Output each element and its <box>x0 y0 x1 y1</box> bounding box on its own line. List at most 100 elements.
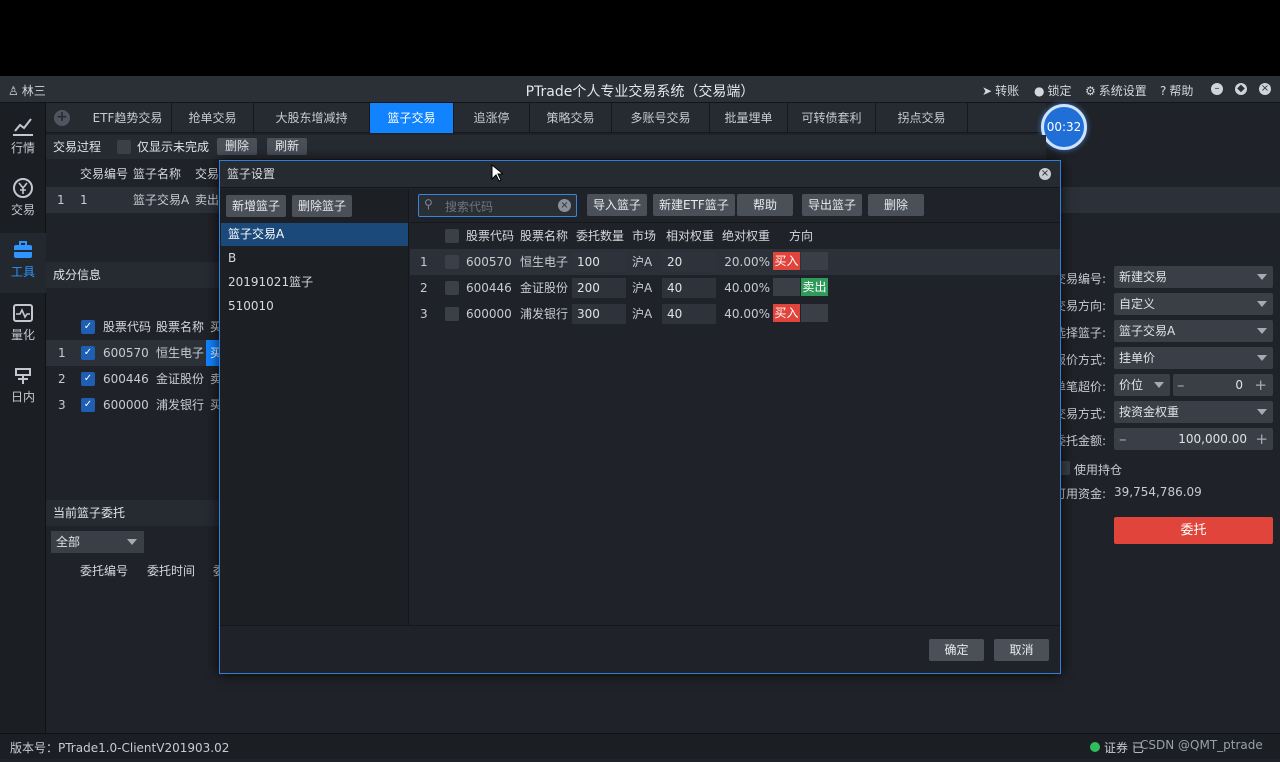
market: 沪A <box>632 255 653 269</box>
chevron-down-icon <box>1257 409 1267 415</box>
row-checkbox[interactable] <box>445 281 459 295</box>
col-header: 委托数量 <box>576 229 625 243</box>
trade-no-select[interactable]: 新建交易 <box>1114 266 1273 288</box>
tab-strategy[interactable]: 策略交易 <box>530 103 612 133</box>
tab-turning-point[interactable]: 拐点交易 <box>876 103 968 133</box>
table-row[interactable]: 1 600570 恒生电子 100 沪A 20 20.00% 买入 <box>410 249 1060 275</box>
stock-code: 600000 <box>466 307 512 321</box>
tab-batch-order[interactable]: 批量埋单 <box>710 103 788 133</box>
sidebar-label: 交易 <box>10 203 35 217</box>
col-header[interactable]: 委托编号 <box>80 558 128 584</box>
direction-buy[interactable]: 买入 <box>773 252 800 270</box>
tab-etf-trend[interactable]: ETF趋势交易 <box>84 103 172 133</box>
direction-sell-slot[interactable] <box>801 304 828 322</box>
stock-code: 600570 <box>466 255 512 269</box>
sidebar-item-tools[interactable]: 工具 <box>0 233 46 293</box>
tab-multi-account[interactable]: 多账号交易 <box>612 103 710 133</box>
quantity-input[interactable]: 200 <box>572 278 626 298</box>
submit-order-button[interactable]: 委托 <box>1114 517 1273 544</box>
over-price-unit-select[interactable]: 价位 <box>1114 374 1170 396</box>
direction-buy[interactable]: 买入 <box>773 304 800 322</box>
plus-icon[interactable]: + <box>1255 428 1268 450</box>
chevron-down-icon <box>1257 355 1267 361</box>
over-price-stepper[interactable]: – 0 + <box>1173 374 1273 396</box>
settings-label: 系统设置 <box>1098 84 1147 98</box>
status-bar: 版本号：PTrade1.0-ClientV201903.02 证券 已 CSDN… <box>0 733 1280 759</box>
maximize-icon[interactable]: ◆ <box>1235 83 1247 95</box>
direction-sell[interactable]: 卖出 <box>801 278 828 296</box>
direction-buy-slot[interactable] <box>773 278 800 296</box>
clear-icon[interactable]: × <box>558 199 571 212</box>
sidebar-item-intraday[interactable]: 日内 <box>0 358 46 418</box>
process-refresh-button[interactable]: 刷新 <box>267 138 308 155</box>
row-checkbox[interactable] <box>445 307 459 321</box>
row-checkbox[interactable] <box>445 255 459 269</box>
market: 沪A <box>632 307 653 321</box>
process-delete-button[interactable]: 删除 <box>217 138 258 155</box>
help-button[interactable]: ? 帮助 <box>1160 82 1193 99</box>
direction-sell-slot[interactable] <box>801 252 828 270</box>
tab-rush-order[interactable]: 抢单交易 <box>172 103 254 133</box>
tab-limit-up[interactable]: 追涨停 <box>454 103 530 133</box>
import-basket-button[interactable]: 导入篮子 <box>587 194 648 216</box>
relative-weight-input[interactable]: 40 <box>662 278 716 298</box>
delete-basket-button[interactable]: 删除篮子 <box>292 195 353 217</box>
basket-item[interactable]: 篮子交易A <box>221 223 408 246</box>
table-row[interactable]: 3 600000 浦发银行 300 沪A 40 40.00% 买入 <box>410 301 1060 327</box>
market: 沪A <box>632 281 653 295</box>
table-row[interactable]: 2 600446 金证股份 200 沪A 40 40.00% 卖出 <box>410 275 1060 301</box>
plus-icon[interactable]: + <box>1254 374 1267 396</box>
export-basket-button[interactable]: 导出篮子 <box>802 194 863 216</box>
orders-filter-select[interactable]: 全部 <box>51 531 144 553</box>
tab-major-holder[interactable]: 大股东增减持 <box>254 103 370 133</box>
cancel-button[interactable]: 取消 <box>994 639 1049 661</box>
settings-button[interactable]: ⚙ 系统设置 <box>1085 82 1147 99</box>
row-checkbox[interactable]: ✓ <box>81 346 95 360</box>
chart-line-icon <box>13 118 33 136</box>
lock-button[interactable]: ● 锁定 <box>1034 82 1072 99</box>
trade-direction-select[interactable]: 自定义 <box>1114 293 1273 315</box>
minus-icon[interactable]: – <box>1177 374 1185 396</box>
new-etf-basket-button[interactable]: 新建ETF篮子 <box>653 194 735 216</box>
col-header: 市场 <box>632 229 657 243</box>
relative-weight-input[interactable]: 20 <box>662 252 716 272</box>
transfer-button[interactable]: ➤ 转账 <box>982 82 1019 99</box>
quantity-input[interactable]: 300 <box>572 304 626 324</box>
sidebar-item-quant[interactable]: 量化 <box>0 296 46 356</box>
select-all-checkbox[interactable] <box>445 229 459 243</box>
trade-method-select[interactable]: 按资金权重 <box>1114 401 1273 423</box>
basket-item[interactable]: 20191021篮子 <box>221 271 408 294</box>
tab-basket-trade[interactable]: 篮子交易 <box>370 103 454 133</box>
stock-code: 600570 <box>103 346 149 360</box>
row-checkbox[interactable]: ✓ <box>81 372 95 386</box>
relative-weight-input[interactable]: 40 <box>662 304 716 324</box>
sidebar-item-trade[interactable]: 交易 <box>0 171 46 231</box>
select-value: 按资金权重 <box>1119 405 1180 419</box>
delete-button[interactable]: 删除 <box>868 194 924 216</box>
quantity-input[interactable]: 100 <box>572 252 626 272</box>
only-unfinished-checkbox[interactable] <box>117 140 131 154</box>
add-basket-button[interactable]: 新增篮子 <box>226 195 287 217</box>
search-input[interactable]: ⚲ 搜索代码 × <box>418 194 577 217</box>
amount-stepper[interactable]: – 100,000.00 + <box>1114 428 1273 450</box>
sidebar-item-market[interactable]: 行情 <box>0 109 46 169</box>
help-button[interactable]: 帮助 <box>737 194 793 216</box>
basket-select[interactable]: 篮子交易A <box>1114 320 1273 342</box>
minimize-icon[interactable]: – <box>1211 83 1223 95</box>
row-index: 1 <box>58 346 66 360</box>
row-checkbox[interactable]: ✓ <box>81 398 95 412</box>
basket-item[interactable]: 510010 <box>221 295 408 318</box>
pulse-chart-icon <box>13 304 33 322</box>
ok-button[interactable]: 确定 <box>929 639 984 661</box>
title-bar: ♙ 林三 PTrade个人专业交易系统（交易端） ➤ 转账 ● 锁定 ⚙ 系统设置 ? 帮… <box>0 76 1280 103</box>
tab-convertible[interactable]: 可转债套利 <box>788 103 876 133</box>
add-tab-icon[interactable]: + <box>54 110 70 126</box>
close-icon[interactable]: × <box>1039 168 1051 180</box>
col-header[interactable]: 委托时间 <box>147 558 195 584</box>
close-icon[interactable]: × <box>1259 83 1271 95</box>
basket-item[interactable]: B <box>221 247 408 270</box>
minus-icon[interactable]: – <box>1119 428 1127 450</box>
stock-name: 金证股份 <box>520 281 569 295</box>
select-all-checkbox[interactable]: ✓ <box>81 320 95 334</box>
quote-method-select[interactable]: 挂单价 <box>1114 347 1273 369</box>
